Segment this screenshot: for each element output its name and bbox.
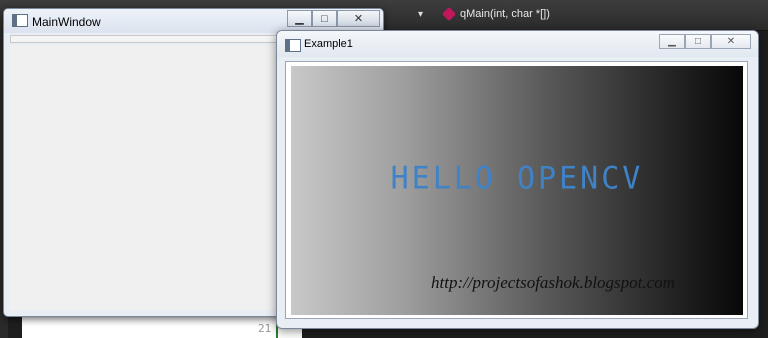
close-button[interactable]: ✕ — [337, 10, 380, 27]
minimize-button[interactable]: ▁ — [659, 34, 685, 49]
opencv-image: HELLO OPENCV http://projectsofashok.blog… — [291, 66, 743, 315]
maximize-button[interactable]: □ — [685, 34, 711, 49]
close-button[interactable]: ✕ — [711, 34, 751, 49]
window-app-icon — [12, 14, 28, 27]
example1-window[interactable]: Example1 ▁ □ ✕ HELLO OPENCV http://proje… — [276, 30, 759, 329]
maximize-button[interactable]: □ — [312, 10, 337, 27]
example1-titlebar[interactable]: Example1 ▁ □ ✕ — [277, 31, 758, 57]
function-icon — [441, 6, 457, 22]
main-window-title: MainWindow — [32, 15, 101, 29]
window-app-icon — [285, 39, 301, 52]
main-window-controls: ▁ □ ✕ — [287, 10, 380, 27]
function-selector[interactable]: qMain(int, char *[]) — [460, 8, 550, 20]
headline-text: HELLO OPENCV — [390, 160, 644, 197]
minimize-button[interactable]: ▁ — [287, 10, 312, 27]
example1-title: Example1 — [304, 38, 353, 50]
watermark-text: http://projectsofashok.blogspot.com — [431, 273, 675, 292]
example1-controls: ▁ □ ✕ — [659, 34, 751, 49]
line-number: 21 — [258, 322, 272, 335]
dropdown-arrow-icon[interactable]: ▾ — [418, 9, 423, 20]
